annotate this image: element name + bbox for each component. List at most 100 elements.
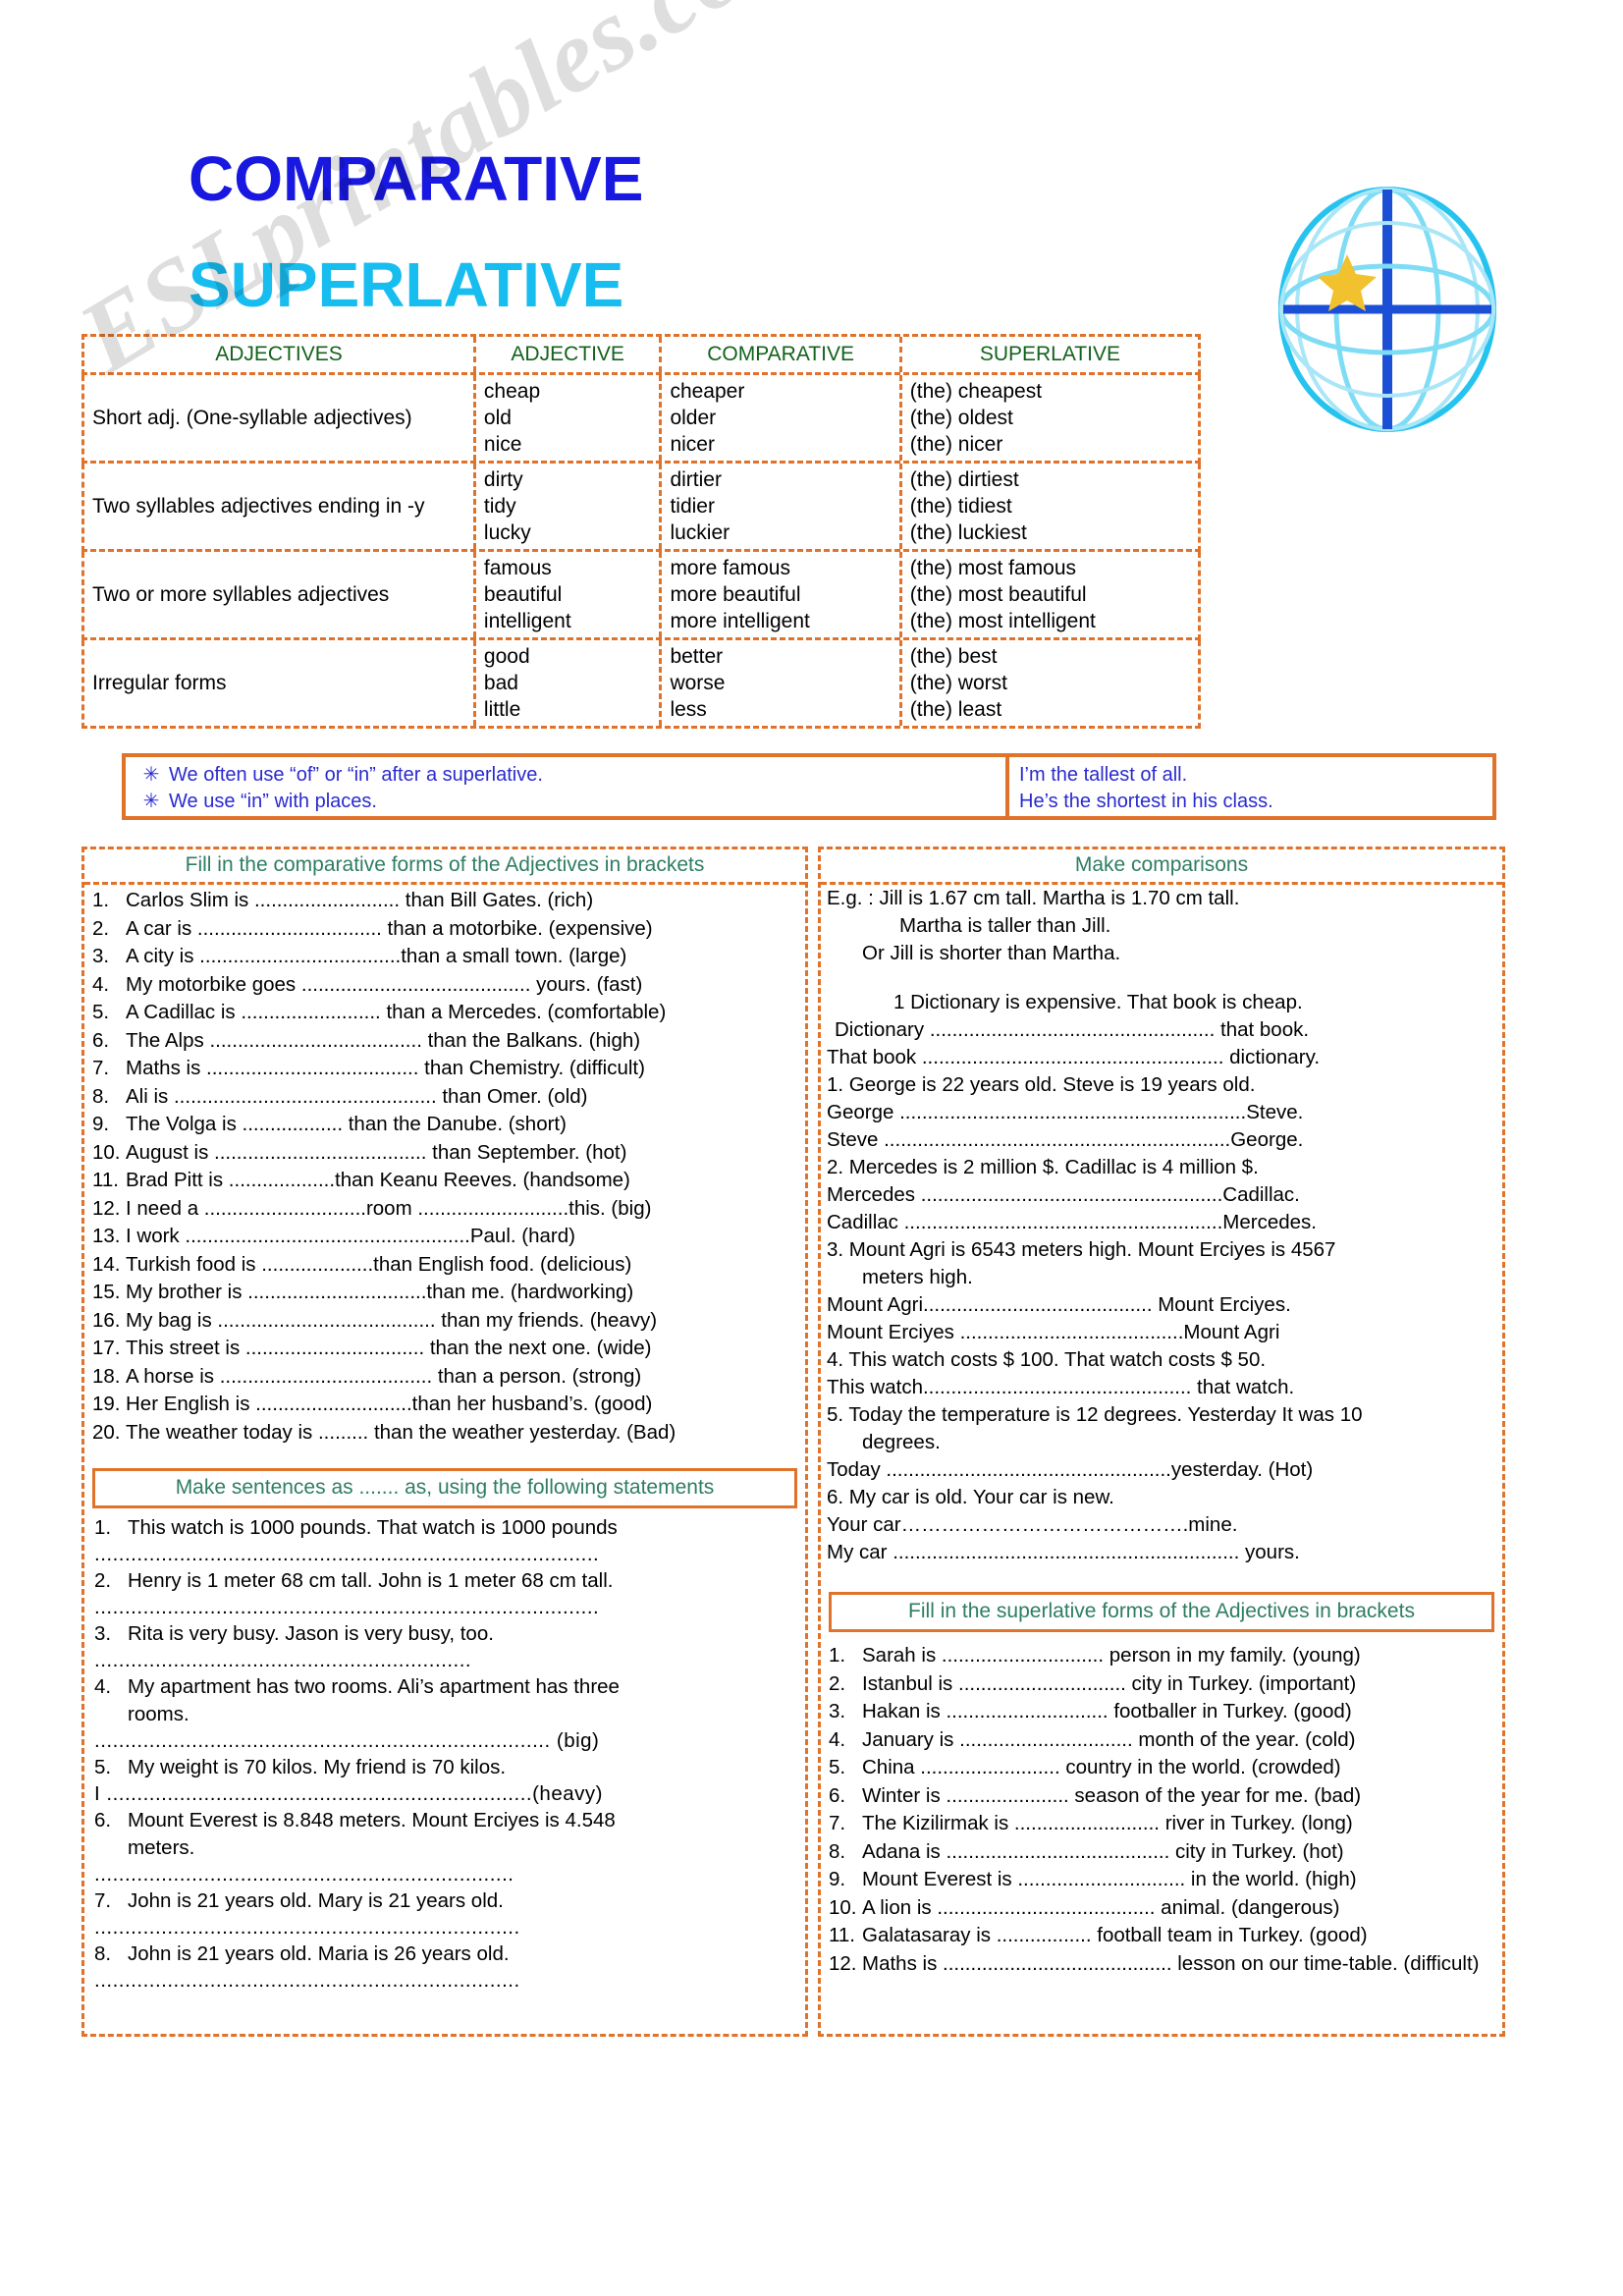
list-item[interactable]: 7. The Kizilirmak is ....................… <box>829 1810 1496 1838</box>
list-item[interactable]: 5. A Cadillac is ........................… <box>92 999 799 1027</box>
item-text: Turkish food is ....................than… <box>126 1252 632 1276</box>
list-item[interactable]: 1. Sarah is .............................… <box>829 1642 1496 1670</box>
list-item[interactable]: 17. This street is ......................… <box>92 1335 799 1363</box>
list-item[interactable]: 12. Maths is ............................… <box>829 1950 1496 1979</box>
answer-line[interactable]: Mount Erciyes ..........................… <box>827 1319 1496 1346</box>
item-text: I work .................................… <box>126 1225 575 1247</box>
superlative-word: (the) nicer <box>909 433 1003 456</box>
list-item[interactable]: 3. A city is ............................… <box>92 943 799 971</box>
item-number: 14. <box>92 1252 121 1276</box>
list-item[interactable]: 1. This watch is 1000 pounds. That watch … <box>94 1514 797 1567</box>
item-number: 7. <box>92 1057 110 1079</box>
item-number: 11. <box>92 1169 119 1191</box>
list-item[interactable]: 7. Maths is .............................… <box>92 1055 799 1083</box>
list-item[interactable]: 20. The weather today is ......... than t… <box>92 1419 799 1448</box>
list-item[interactable]: 16. My bag is ...........................… <box>92 1307 799 1336</box>
item-text: Henry is 1 meter 68 cm tall. John is 1 m… <box>128 1569 614 1592</box>
page-title-superlative: SUPERLATIVE <box>189 249 624 320</box>
header-comparative: COMPARATIVE <box>662 337 902 372</box>
list-item[interactable]: 9. Mount Everest is .....................… <box>829 1866 1496 1894</box>
answer-line[interactable]: My car .................................… <box>827 1539 1496 1566</box>
list-item[interactable]: 6. Mount Everest is 8.848 meters. Mount E… <box>94 1807 797 1887</box>
answer-line[interactable]: Mount Agri..............................… <box>827 1291 1496 1319</box>
list-item[interactable]: 3. Rita is very busy. Jason is very busy,… <box>94 1620 797 1673</box>
list-item[interactable]: 1. Carlos Slim is .......................… <box>92 887 799 915</box>
item-number: 2. <box>829 1671 846 1695</box>
list-item[interactable]: 5. China ......................... countr… <box>829 1754 1496 1782</box>
example-text: He’s the shortest in his class. <box>1019 791 1273 812</box>
list-item[interactable]: 2. Henry is 1 meter 68 cm tall. John is 1… <box>94 1567 797 1620</box>
answer-line[interactable]: Dictionary .............................… <box>827 1016 1496 1044</box>
answer-line[interactable]: ........................................… <box>94 1542 797 1567</box>
list-item[interactable]: 19. Her English is ......................… <box>92 1391 799 1419</box>
answer-line[interactable]: Mercedes ...............................… <box>827 1181 1496 1209</box>
answer-line[interactable]: Today ..................................… <box>827 1456 1496 1484</box>
list-item[interactable]: 4. January is ...........................… <box>829 1726 1496 1755</box>
answer-line[interactable]: ........................................… <box>94 1595 797 1620</box>
answer-line[interactable]: I ......................................… <box>94 1781 797 1807</box>
item-number: 4. <box>94 1675 112 1698</box>
answer-line[interactable]: Your car…………………………………….mine. <box>827 1511 1496 1539</box>
answer-line[interactable]: This watch..............................… <box>827 1374 1496 1401</box>
rule-text: We use “in” with places. <box>169 791 377 812</box>
list-item[interactable]: 8. John is 21 years old. Maria is 26 year… <box>94 1941 797 1994</box>
list-item[interactable]: 7. John is 21 years old. Mary is 21 years… <box>94 1887 797 1941</box>
list-item[interactable]: 9. The Volga is .................. than t… <box>92 1111 799 1139</box>
answer-line[interactable]: ........................................… <box>94 1915 797 1941</box>
item-text-continued: rooms. <box>128 1703 189 1725</box>
item-number: 1. <box>94 1516 112 1539</box>
item-number: 19. <box>92 1393 121 1415</box>
answer-line[interactable]: That book ..............................… <box>827 1044 1496 1071</box>
list-item[interactable]: 11. Brad Pitt is ...................than … <box>92 1167 799 1195</box>
answer-line[interactable]: Cadillac ...............................… <box>827 1209 1496 1236</box>
list-item[interactable]: 5. My weight is 70 kilos. My friend is 70… <box>94 1754 797 1807</box>
list-item[interactable]: 4. My apartment has two rooms. Ali’s apar… <box>94 1673 797 1754</box>
comparative-word: worse <box>670 672 726 694</box>
answer-line[interactable]: ........................................… <box>94 1728 797 1754</box>
list-item[interactable]: 12. I need a ............................… <box>92 1195 799 1224</box>
list-item[interactable]: 14. Turkish food is ....................t… <box>92 1251 799 1280</box>
list-item[interactable]: 4. My motorbike goes ....................… <box>92 971 799 1000</box>
list-item[interactable]: 15. My brother is .......................… <box>92 1279 799 1307</box>
adjective-word: old <box>483 407 512 429</box>
comparative-cell: cheaper older nicer <box>662 375 902 461</box>
answer-line[interactable]: ........................................… <box>94 1862 797 1887</box>
comparative-word: less <box>670 698 707 721</box>
item-number: 5. <box>829 1756 846 1778</box>
comparisons-exercise-heading: Make comparisons <box>821 849 1502 885</box>
list-item[interactable]: 13. I work ..............................… <box>92 1223 799 1251</box>
item-text: Istanbul is ............................… <box>862 1671 1357 1695</box>
comparative-word: older <box>670 407 717 429</box>
item-text: The weather today is ......... than the … <box>126 1420 676 1444</box>
list-item[interactable]: 10. A lion is ...........................… <box>829 1894 1496 1923</box>
adjective-word: dirty <box>483 468 523 491</box>
item-text: This street is .........................… <box>126 1337 652 1359</box>
item-prompt: 2. Mercedes is 2 million $. Cadillac is … <box>827 1156 1259 1178</box>
list-item[interactable]: 2. Istanbul is ..........................… <box>829 1670 1496 1699</box>
item-text: The Kizilirmak is ......................… <box>862 1812 1353 1834</box>
table-row: Short adj. (One-syllable adjectives) che… <box>81 375 1201 464</box>
list-item[interactable]: 11. Galatasaray is ................. foot… <box>829 1922 1496 1950</box>
item-prompt: 4. This watch costs $ 100. That watch co… <box>827 1348 1267 1371</box>
list-item[interactable]: 6. The Alps .............................… <box>92 1027 799 1056</box>
item-text: My brother is ..........................… <box>126 1281 634 1303</box>
answer-line[interactable]: George .................................… <box>827 1099 1496 1126</box>
comparative-word: nicer <box>670 433 715 456</box>
list-item[interactable]: 3. Hakan is .............................… <box>829 1698 1496 1726</box>
answer-line[interactable]: ........................................… <box>94 1648 797 1673</box>
list-item[interactable]: 6. Winter is ...................... seaso… <box>829 1782 1496 1811</box>
list-item[interactable]: 8. Ali is ...............................… <box>92 1083 799 1112</box>
example-text: I’m the tallest of all. <box>1019 764 1188 786</box>
item-number: 1. <box>829 1644 846 1667</box>
list-item[interactable]: 2. A car is .............................… <box>92 915 799 944</box>
item-text: A car is ...............................… <box>126 916 653 940</box>
adjective-word: cheap <box>483 380 541 403</box>
list-item[interactable]: 8. Adana is .............................… <box>829 1838 1496 1867</box>
answer-line[interactable]: Steve ..................................… <box>827 1126 1496 1154</box>
item-text: Sarah is ............................. p… <box>862 1644 1361 1667</box>
adjective-word: little <box>483 698 521 721</box>
list-item[interactable]: 18. A horse is ..........................… <box>92 1363 799 1392</box>
answer-line[interactable]: ........................................… <box>94 1968 797 1994</box>
superlative-cell: (the) cheapest (the) oldest (the) nicer <box>902 375 1198 461</box>
list-item[interactable]: 10. August is ...........................… <box>92 1139 799 1168</box>
